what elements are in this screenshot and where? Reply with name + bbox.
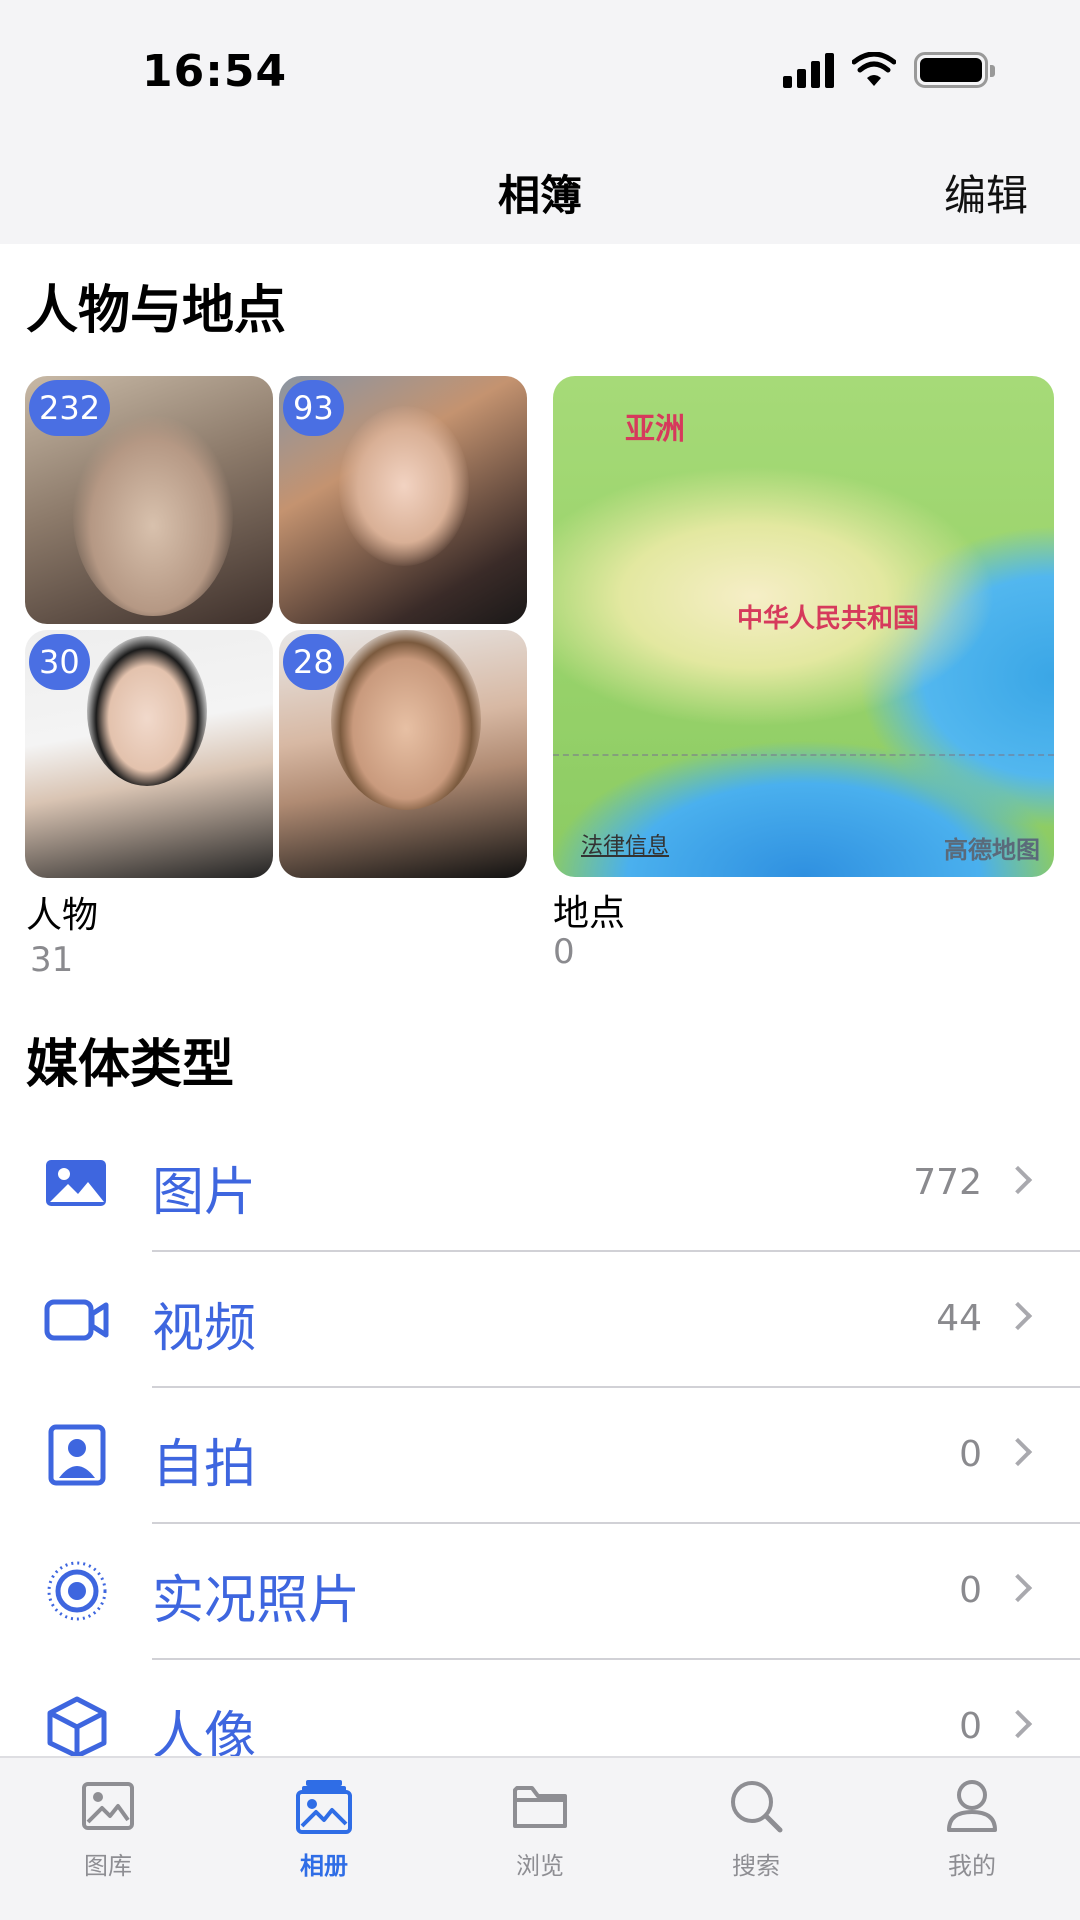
media-row-selfies[interactable]: 自拍 0 bbox=[0, 1388, 1080, 1524]
tab-label: 浏览 bbox=[516, 1852, 564, 1880]
navigation-bar: 相簿 编辑 bbox=[0, 140, 1080, 244]
tab-label: 搜索 bbox=[732, 1852, 780, 1880]
media-label: 图片 bbox=[152, 1163, 257, 1223]
battery-icon bbox=[914, 52, 995, 88]
map-label-country: 中华人民共和国 bbox=[737, 604, 920, 634]
people-label: 人物 bbox=[26, 895, 99, 936]
tab-label: 我的 bbox=[948, 1852, 996, 1880]
tab-albums[interactable]: 相册 bbox=[254, 1778, 394, 1881]
person-thumbnail[interactable]: 30 bbox=[25, 630, 273, 878]
chevron-right-icon bbox=[1003, 1709, 1033, 1739]
library-icon bbox=[82, 1782, 134, 1830]
photo-icon bbox=[46, 1160, 106, 1206]
tab-search[interactable]: 搜索 bbox=[686, 1778, 826, 1881]
chevron-right-icon bbox=[1003, 1437, 1033, 1467]
media-types-heading: 媒体类型 bbox=[26, 1035, 235, 1095]
search-icon bbox=[731, 1781, 783, 1833]
tab-label: 相册 bbox=[300, 1852, 348, 1880]
tab-library[interactable]: 图库 bbox=[38, 1778, 178, 1881]
live-photo-icon bbox=[47, 1561, 107, 1621]
media-row-videos[interactable]: 视频 44 bbox=[0, 1252, 1080, 1388]
tab-profile[interactable]: 我的 bbox=[902, 1778, 1042, 1881]
chevron-right-icon bbox=[1003, 1165, 1033, 1195]
media-count: 0 bbox=[959, 1434, 982, 1475]
media-row-photos[interactable]: 图片 772 bbox=[0, 1116, 1080, 1252]
person-count-badge: 30 bbox=[29, 634, 90, 690]
media-count: 44 bbox=[936, 1298, 982, 1339]
media-label: 自拍 bbox=[152, 1435, 257, 1495]
cellular-signal-icon bbox=[783, 52, 834, 88]
person-thumbnail[interactable]: 28 bbox=[279, 630, 527, 878]
media-count: 772 bbox=[913, 1162, 982, 1203]
page-title: 相簿 bbox=[497, 171, 582, 220]
video-icon bbox=[44, 1299, 109, 1341]
people-count: 31 bbox=[30, 940, 74, 980]
people-album[interactable]: 232 93 30 28 bbox=[25, 376, 529, 878]
person-thumbnail[interactable]: 232 bbox=[25, 376, 273, 624]
people-places-heading: 人物与地点 bbox=[26, 281, 287, 341]
map-brand-logo: 高德地图 bbox=[944, 836, 1040, 864]
chevron-right-icon bbox=[1003, 1573, 1033, 1603]
media-types-list: 图片 772 视频 44 自拍 0 实况照片 0 人像 0 bbox=[0, 1116, 1080, 1796]
media-count: 0 bbox=[959, 1570, 982, 1611]
wifi-icon bbox=[852, 52, 896, 86]
tab-browse[interactable]: 浏览 bbox=[470, 1778, 610, 1881]
profile-icon bbox=[947, 1780, 997, 1832]
status-time: 16:54 bbox=[142, 46, 288, 97]
media-row-live-photos[interactable]: 实况照片 0 bbox=[0, 1524, 1080, 1660]
tab-bar: 图库 相册 浏览 搜索 我的 bbox=[0, 1756, 1080, 1920]
media-label: 视频 bbox=[152, 1299, 257, 1359]
map-legal-link[interactable]: 法律信息 bbox=[581, 828, 669, 860]
person-count-badge: 28 bbox=[283, 634, 344, 690]
person-thumbnail[interactable]: 93 bbox=[279, 376, 527, 624]
media-count: 0 bbox=[959, 1706, 982, 1747]
chevron-right-icon bbox=[1003, 1301, 1033, 1331]
edit-button[interactable]: 编辑 bbox=[944, 162, 1028, 223]
tab-label: 图库 bbox=[84, 1852, 132, 1880]
places-map-thumbnail[interactable]: 亚洲 中华人民共和国 法律信息 高德地图 bbox=[553, 376, 1054, 877]
places-count: 0 bbox=[553, 932, 575, 972]
status-bar: 16:54 bbox=[0, 0, 1080, 140]
map-label-continent: 亚洲 bbox=[625, 412, 685, 447]
folder-icon bbox=[513, 1786, 567, 1828]
map-tropic-line bbox=[553, 754, 1054, 756]
person-count-badge: 232 bbox=[29, 380, 111, 436]
places-label: 地点 bbox=[553, 893, 626, 934]
media-label: 实况照片 bbox=[152, 1571, 361, 1631]
portrait-cube-icon bbox=[47, 1696, 107, 1758]
person-count-badge: 93 bbox=[283, 380, 344, 436]
status-icons bbox=[783, 52, 995, 88]
selfie-icon bbox=[48, 1424, 106, 1486]
albums-icon bbox=[296, 1780, 352, 1834]
